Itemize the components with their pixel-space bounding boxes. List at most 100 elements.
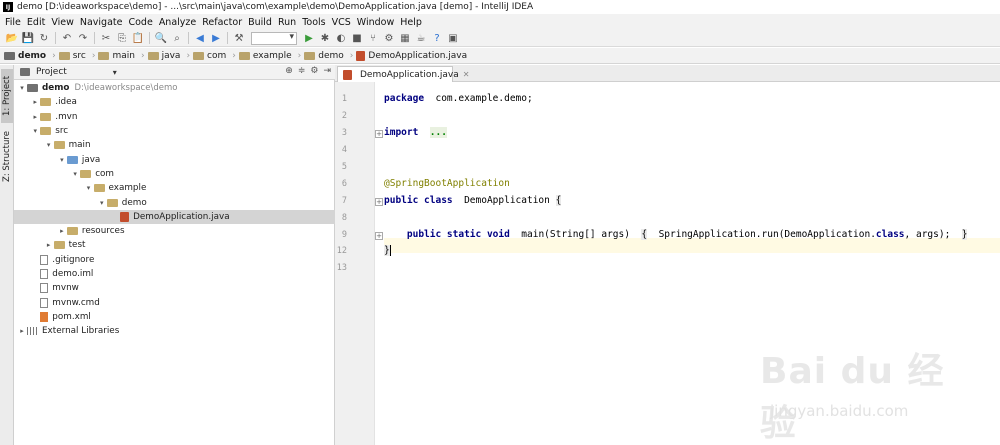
tree-item[interactable]: ▸ .mvn — [14, 110, 335, 124]
menu-build[interactable]: Build — [245, 17, 275, 28]
tree-item[interactable]: ▸ resources — [14, 224, 335, 238]
tree-item[interactable]: .gitignore — [14, 253, 335, 267]
tree-item[interactable]: mvnw.cmd — [14, 295, 335, 309]
menu-refactor[interactable]: Refactor — [199, 17, 245, 28]
folder-icon — [53, 141, 65, 150]
menu-file[interactable]: File — [2, 17, 24, 28]
debug-icon[interactable]: ✱ — [317, 31, 333, 45]
help-icon[interactable]: ? — [429, 31, 445, 45]
collapse-all-icon[interactable]: ≑ — [298, 66, 306, 76]
expand-arrow-icon[interactable]: ▾ — [44, 141, 54, 149]
menu-analyze[interactable]: Analyze — [156, 17, 199, 28]
view-dropdown-icon[interactable]: ▾ — [113, 68, 117, 77]
tree-item[interactable]: ▸ External Libraries — [14, 324, 335, 338]
breadcrumb-label: main — [112, 50, 135, 61]
run-icon[interactable]: ▶ — [301, 31, 317, 45]
breadcrumb-item[interactable]: java — [147, 50, 181, 61]
menu-tools[interactable]: Tools — [299, 17, 328, 28]
breadcrumb-item[interactable]: demo — [4, 51, 46, 61]
tree-item-label: example — [108, 183, 147, 194]
tree-item[interactable]: ▾ java — [14, 152, 335, 166]
expand-arrow-icon[interactable]: ▾ — [30, 127, 40, 135]
expand-arrow-icon[interactable]: ▾ — [17, 84, 27, 92]
tree-item[interactable]: ▾ main — [14, 138, 335, 152]
hide-panel-icon[interactable]: ⇥ — [323, 66, 331, 76]
menu-edit[interactable]: Edit — [24, 17, 48, 28]
expand-arrow-icon[interactable]: ▾ — [70, 170, 80, 178]
run-configuration-select[interactable] — [251, 31, 297, 45]
tree-item[interactable]: ▸ test — [14, 238, 335, 252]
sdk-icon[interactable]: ☕ — [413, 31, 429, 45]
fold-toggle-icon[interactable]: + — [375, 130, 383, 138]
build-icon[interactable]: ⚒ — [231, 31, 247, 45]
structure-tool-tab[interactable]: Z: Structure — [1, 129, 13, 185]
menu-vcs[interactable]: VCS — [329, 17, 354, 28]
menu-code[interactable]: Code — [125, 17, 155, 28]
find-icon[interactable]: 🔍 — [153, 31, 169, 45]
redo-icon[interactable]: ↷ — [75, 31, 91, 45]
open-icon[interactable]: 📂 — [4, 31, 20, 45]
folder-icon — [238, 51, 250, 60]
forward-icon[interactable]: ▶ — [208, 31, 224, 45]
tree-item[interactable]: DemoApplication.java — [14, 209, 335, 224]
breadcrumb-item[interactable]: demo — [304, 51, 344, 61]
terminal-icon[interactable]: ▣ — [445, 31, 461, 45]
settings-icon[interactable]: ⚙ — [381, 31, 397, 45]
copy-icon[interactable]: ⎘ — [114, 31, 130, 45]
vcs-icon[interactable]: ⑂ — [365, 31, 381, 45]
sync-icon[interactable]: ↻ — [36, 31, 52, 45]
tree-item[interactable]: ▾ demo D:\ideaworkspace\demo — [14, 81, 335, 95]
menu-navigate[interactable]: Navigate — [77, 17, 126, 28]
java-file-icon — [343, 69, 352, 80]
library-icon — [27, 327, 38, 336]
close-tab-icon[interactable]: ✕ — [463, 70, 470, 79]
breadcrumb-label: java — [161, 50, 181, 61]
gear-icon[interactable]: ⚙ — [310, 66, 318, 76]
replace-icon[interactable]: ⌕ — [169, 31, 185, 45]
breadcrumb-item[interactable]: main — [98, 51, 135, 61]
breadcrumb-item[interactable]: example — [238, 51, 292, 61]
back-icon[interactable]: ◀ — [192, 31, 208, 45]
breadcrumb-item[interactable]: DemoApplication.java — [356, 50, 467, 61]
project-tree: ▾ demo D:\ideaworkspace\demo ▸ .idea ▸ .mvn ▾ sr… — [14, 81, 335, 338]
tree-item[interactable]: ▾ src — [14, 124, 335, 138]
undo-icon[interactable]: ↶ — [59, 31, 75, 45]
menu-help[interactable]: Help — [397, 17, 425, 28]
menu-run[interactable]: Run — [275, 17, 299, 28]
expand-arrow-icon[interactable]: ▾ — [84, 184, 94, 192]
tree-item[interactable]: demo.iml — [14, 267, 335, 281]
sync-scroll-icon[interactable]: ⊕ — [285, 66, 293, 76]
project-panel-title[interactable]: Project — [36, 67, 67, 77]
tree-item[interactable]: ▾ example — [14, 181, 335, 195]
folder-icon — [66, 227, 78, 236]
tree-item[interactable]: pom.xml — [14, 310, 335, 324]
paste-icon[interactable]: 📋 — [130, 31, 146, 45]
expand-arrow-icon[interactable]: ▾ — [97, 199, 107, 207]
tree-item[interactable]: ▸ .idea — [14, 95, 335, 109]
tree-item-label: mvnw — [52, 283, 79, 294]
project-structure-icon[interactable]: ▦ — [397, 31, 413, 45]
collapse-arrow-icon[interactable]: ▸ — [30, 113, 40, 121]
project-tool-tab[interactable]: 1: Project — [1, 69, 13, 123]
fold-toggle-icon[interactable]: + — [375, 198, 383, 206]
coverage-icon[interactable]: ◐ — [333, 31, 349, 45]
menu-window[interactable]: Window — [354, 17, 397, 28]
collapse-arrow-icon[interactable]: ▸ — [17, 327, 27, 335]
collapse-arrow-icon[interactable]: ▸ — [30, 98, 40, 106]
save-icon[interactable]: 💾 — [20, 31, 36, 45]
menu-view[interactable]: View — [48, 17, 77, 28]
collapse-arrow-icon[interactable]: ▸ — [44, 241, 54, 249]
breadcrumb-item[interactable]: src — [58, 51, 86, 61]
expand-arrow-icon[interactable]: ▾ — [57, 156, 67, 164]
breadcrumb-item[interactable]: com — [193, 51, 226, 61]
tree-item[interactable]: ▾ com — [14, 167, 335, 181]
fold-toggle-icon[interactable]: + — [375, 232, 383, 240]
code-token: , args); — [904, 229, 962, 240]
tree-item[interactable]: ▾ demo — [14, 195, 335, 209]
cut-icon[interactable]: ✂ — [98, 31, 114, 45]
collapse-arrow-icon[interactable]: ▸ — [57, 227, 67, 235]
tree-item[interactable]: mvnw — [14, 281, 335, 295]
editor-tab-demoapplication[interactable]: DemoApplication.java ✕ — [337, 66, 469, 82]
stop-icon[interactable]: ■ — [349, 31, 365, 45]
tree-item-label: main — [68, 140, 91, 151]
